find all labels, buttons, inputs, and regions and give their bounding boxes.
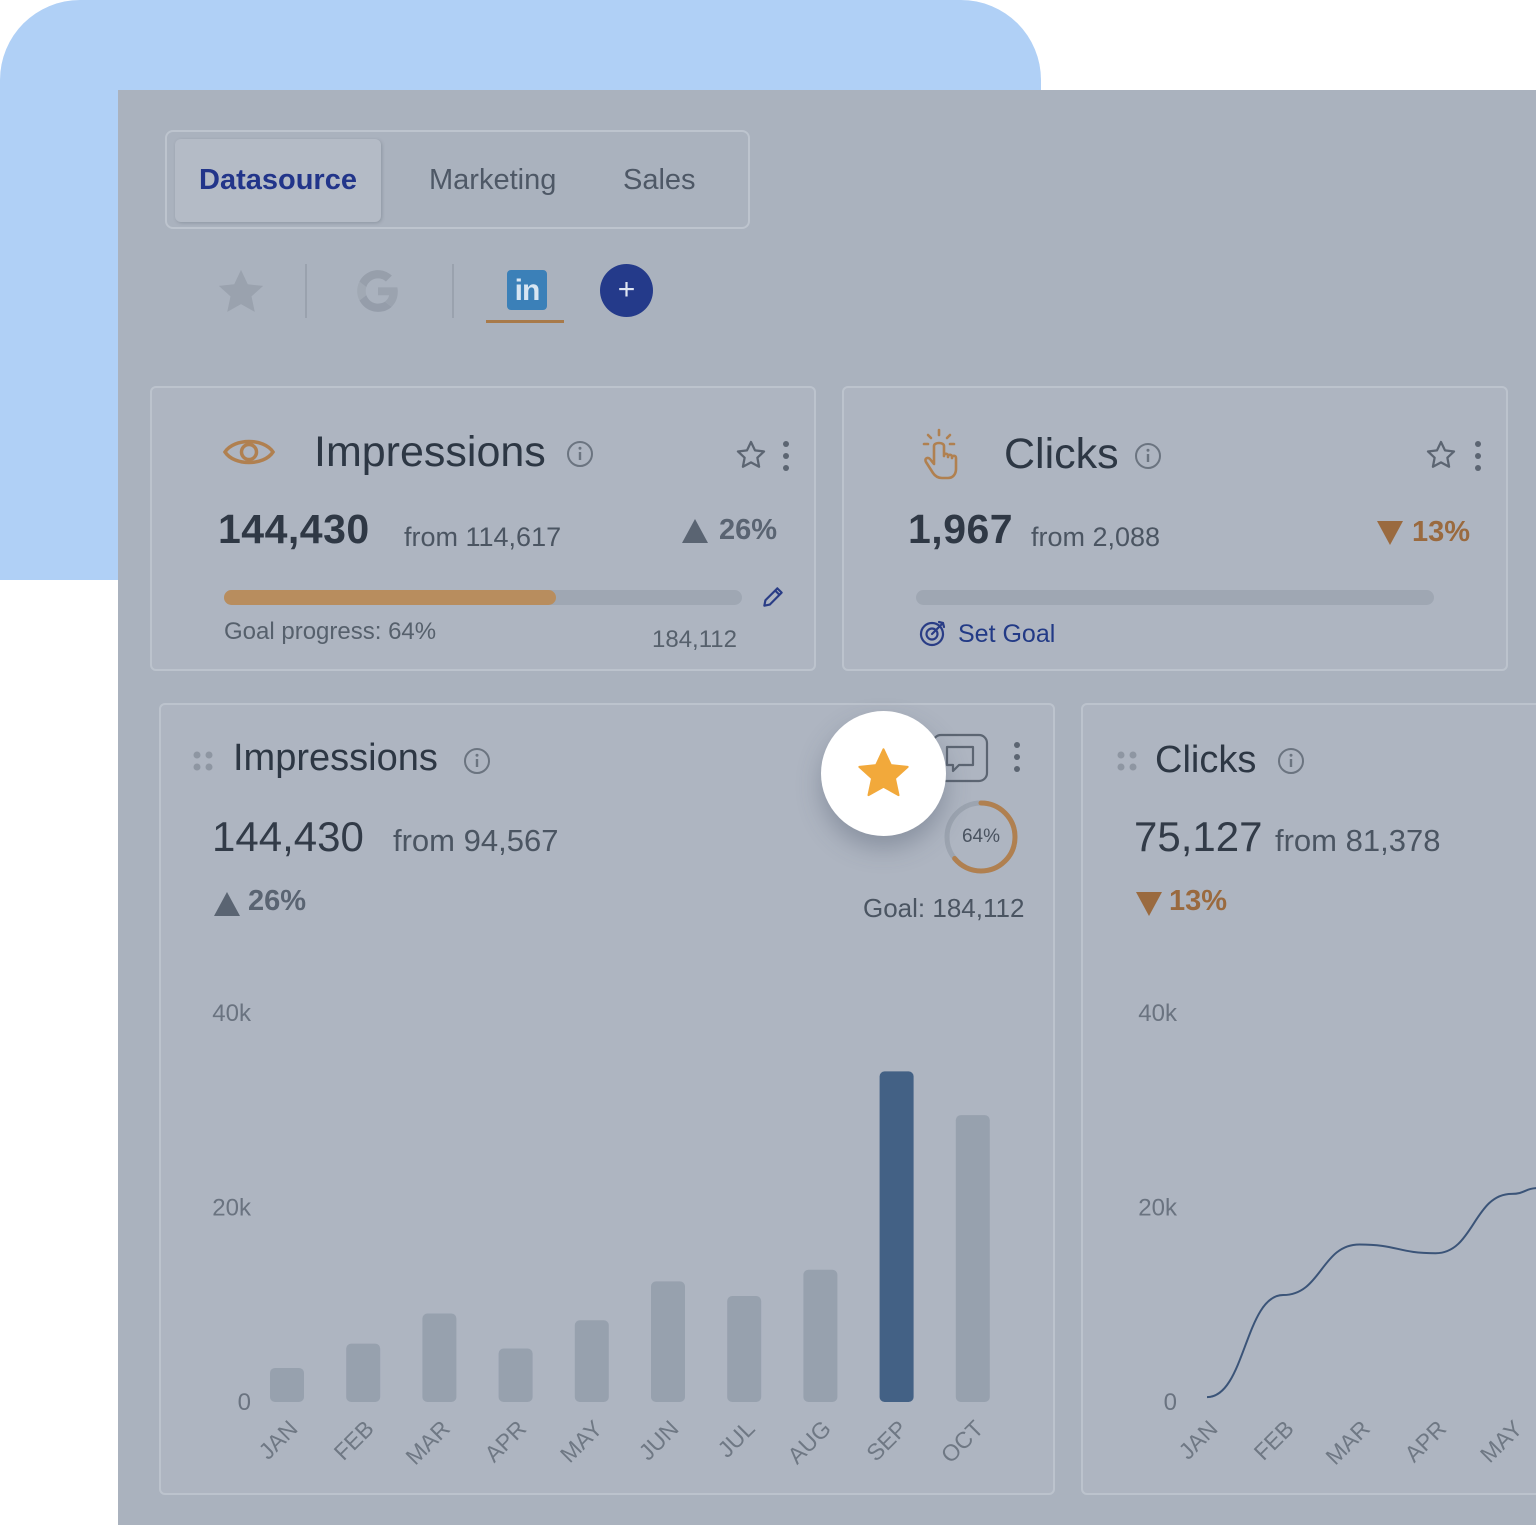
eye-icon bbox=[222, 439, 276, 465]
kpi-title: Clicks bbox=[1004, 430, 1119, 478]
chart-title: Impressions bbox=[233, 737, 438, 779]
x-tick-label: AUG bbox=[782, 1415, 836, 1469]
y-tick-label: 0 bbox=[1164, 1389, 1177, 1416]
kpi-value: 144,430 bbox=[218, 506, 370, 552]
x-tick-label: SEP bbox=[861, 1415, 912, 1466]
goal-label: Goal: 184,112 bbox=[863, 893, 1025, 923]
divider bbox=[305, 264, 307, 318]
bar-jun[interactable] bbox=[651, 1281, 685, 1402]
clicks-chart-card: Clicks 75,127 from 81,378 13% 0 20k 40k JAN… bbox=[1081, 703, 1536, 1495]
x-tick-label: FEB bbox=[1249, 1415, 1299, 1465]
bar-feb[interactable] bbox=[346, 1343, 381, 1402]
trend-up-icon bbox=[682, 519, 708, 543]
tab-marketing[interactable]: Marketing bbox=[429, 139, 556, 222]
goal-progress-fill bbox=[224, 590, 556, 605]
impressions-kpi-card: Impressions 144,430 from 114,617 26% Goa… bbox=[150, 386, 816, 671]
bar-apr[interactable] bbox=[498, 1348, 533, 1402]
x-tick-label: MAY bbox=[555, 1415, 607, 1467]
star-icon[interactable] bbox=[213, 264, 269, 320]
bar-oct[interactable] bbox=[955, 1115, 990, 1402]
click-hand-icon bbox=[922, 428, 958, 480]
info-icon[interactable] bbox=[1134, 442, 1162, 470]
x-tick-label: APR bbox=[479, 1415, 531, 1467]
selected-indicator bbox=[486, 320, 564, 323]
drag-handle-icon[interactable] bbox=[1115, 749, 1139, 773]
x-tick-label: JUL bbox=[712, 1415, 759, 1462]
favorite-star-icon[interactable] bbox=[1424, 438, 1458, 472]
more-options-icon[interactable] bbox=[782, 440, 790, 472]
tab-datasource[interactable]: Datasource bbox=[175, 139, 381, 222]
trend-down-icon bbox=[1136, 892, 1162, 916]
kpi-change: 26% bbox=[719, 514, 778, 546]
kpi-change: 13% bbox=[1412, 516, 1471, 548]
bar-aug[interactable] bbox=[803, 1269, 838, 1402]
clicks-series-line[interactable] bbox=[1206, 1187, 1536, 1399]
x-tick-label: JAN bbox=[1173, 1415, 1222, 1464]
chart-change: 13% bbox=[1169, 885, 1228, 917]
clicks-kpi-card: Clicks 1,967 from 2,088 13% Set Goal bbox=[842, 386, 1508, 671]
x-tick-label: MAR bbox=[400, 1415, 455, 1470]
chart-title: Clicks bbox=[1155, 739, 1257, 781]
chart-value: 144,430 bbox=[212, 813, 364, 860]
dashboard-panel: Datasource Marketing Sales in + Impressi… bbox=[118, 90, 1536, 1525]
info-icon[interactable] bbox=[566, 440, 594, 468]
chart-value: 75,127 bbox=[1134, 813, 1263, 860]
target-icon[interactable] bbox=[918, 618, 948, 648]
x-tick-label: APR bbox=[1399, 1415, 1451, 1467]
linkedin-icon[interactable]: in bbox=[507, 270, 547, 310]
set-goal-button[interactable]: Set Goal bbox=[958, 620, 1055, 649]
datasource-selector: in + bbox=[213, 260, 663, 330]
clicks-line-chart: 0 20k 40k JAN FEB MAR APR MAY bbox=[1138, 1000, 1536, 1470]
chart-previous-value: from 94,567 bbox=[393, 823, 559, 858]
goal-ring-label: 64% bbox=[961, 826, 1001, 847]
y-tick-label: 20k bbox=[212, 1195, 252, 1222]
chart-previous-value: from 81,378 bbox=[1275, 823, 1441, 858]
divider bbox=[452, 264, 454, 318]
tab-sales[interactable]: Sales bbox=[623, 139, 696, 222]
kpi-previous-value: from 2,088 bbox=[1031, 522, 1161, 552]
bar-mar[interactable] bbox=[422, 1313, 457, 1402]
bar-sep[interactable] bbox=[879, 1071, 914, 1402]
chart-change: 26% bbox=[248, 885, 307, 917]
x-tick-label: JUN bbox=[634, 1415, 684, 1465]
bar-jul[interactable] bbox=[727, 1295, 762, 1402]
kpi-title: Impressions bbox=[314, 428, 546, 476]
edit-icon[interactable] bbox=[760, 584, 786, 610]
info-icon[interactable] bbox=[1277, 747, 1305, 775]
kpi-previous-value: from 114,617 bbox=[404, 522, 562, 552]
x-tick-label: MAR bbox=[1320, 1415, 1375, 1470]
info-icon[interactable] bbox=[463, 747, 491, 775]
y-tick-label: 0 bbox=[238, 1389, 251, 1416]
goal-progress-label: Goal progress: 64% bbox=[224, 618, 437, 645]
trend-up-icon bbox=[214, 892, 240, 916]
goal-progress-bar bbox=[916, 590, 1434, 605]
y-tick-label: 40k bbox=[1138, 1000, 1178, 1027]
more-options-icon[interactable] bbox=[1474, 440, 1482, 472]
y-tick-label: 20k bbox=[1138, 1195, 1178, 1222]
trend-down-icon bbox=[1377, 521, 1403, 545]
drag-handle-icon[interactable] bbox=[191, 749, 215, 773]
favorite-highlight-button[interactable] bbox=[821, 711, 946, 836]
y-tick-label: 40k bbox=[212, 1000, 252, 1027]
x-tick-label: FEB bbox=[329, 1415, 379, 1465]
impressions-bar-chart: 0 20k 40k JAN FEB MAR APR MAY JUN JUL AUG SEP OCT bbox=[212, 1000, 990, 1470]
google-icon[interactable] bbox=[353, 266, 403, 316]
tab-group: Datasource Marketing Sales bbox=[165, 130, 750, 229]
kpi-value: 1,967 bbox=[908, 506, 1014, 552]
x-tick-label: OCT bbox=[936, 1415, 989, 1468]
more-options-icon[interactable] bbox=[1013, 741, 1021, 773]
bar-may[interactable] bbox=[574, 1320, 609, 1402]
bar-jan[interactable] bbox=[270, 1367, 304, 1402]
x-tick-label: JAN bbox=[253, 1415, 302, 1464]
x-tick-label: MAY bbox=[1475, 1415, 1527, 1467]
star-icon bbox=[858, 748, 909, 797]
favorite-star-icon[interactable] bbox=[734, 438, 768, 472]
goal-target-value: 184,112 bbox=[652, 626, 737, 653]
goal-progress-bar bbox=[224, 590, 742, 605]
add-datasource-button[interactable]: + bbox=[600, 264, 653, 317]
